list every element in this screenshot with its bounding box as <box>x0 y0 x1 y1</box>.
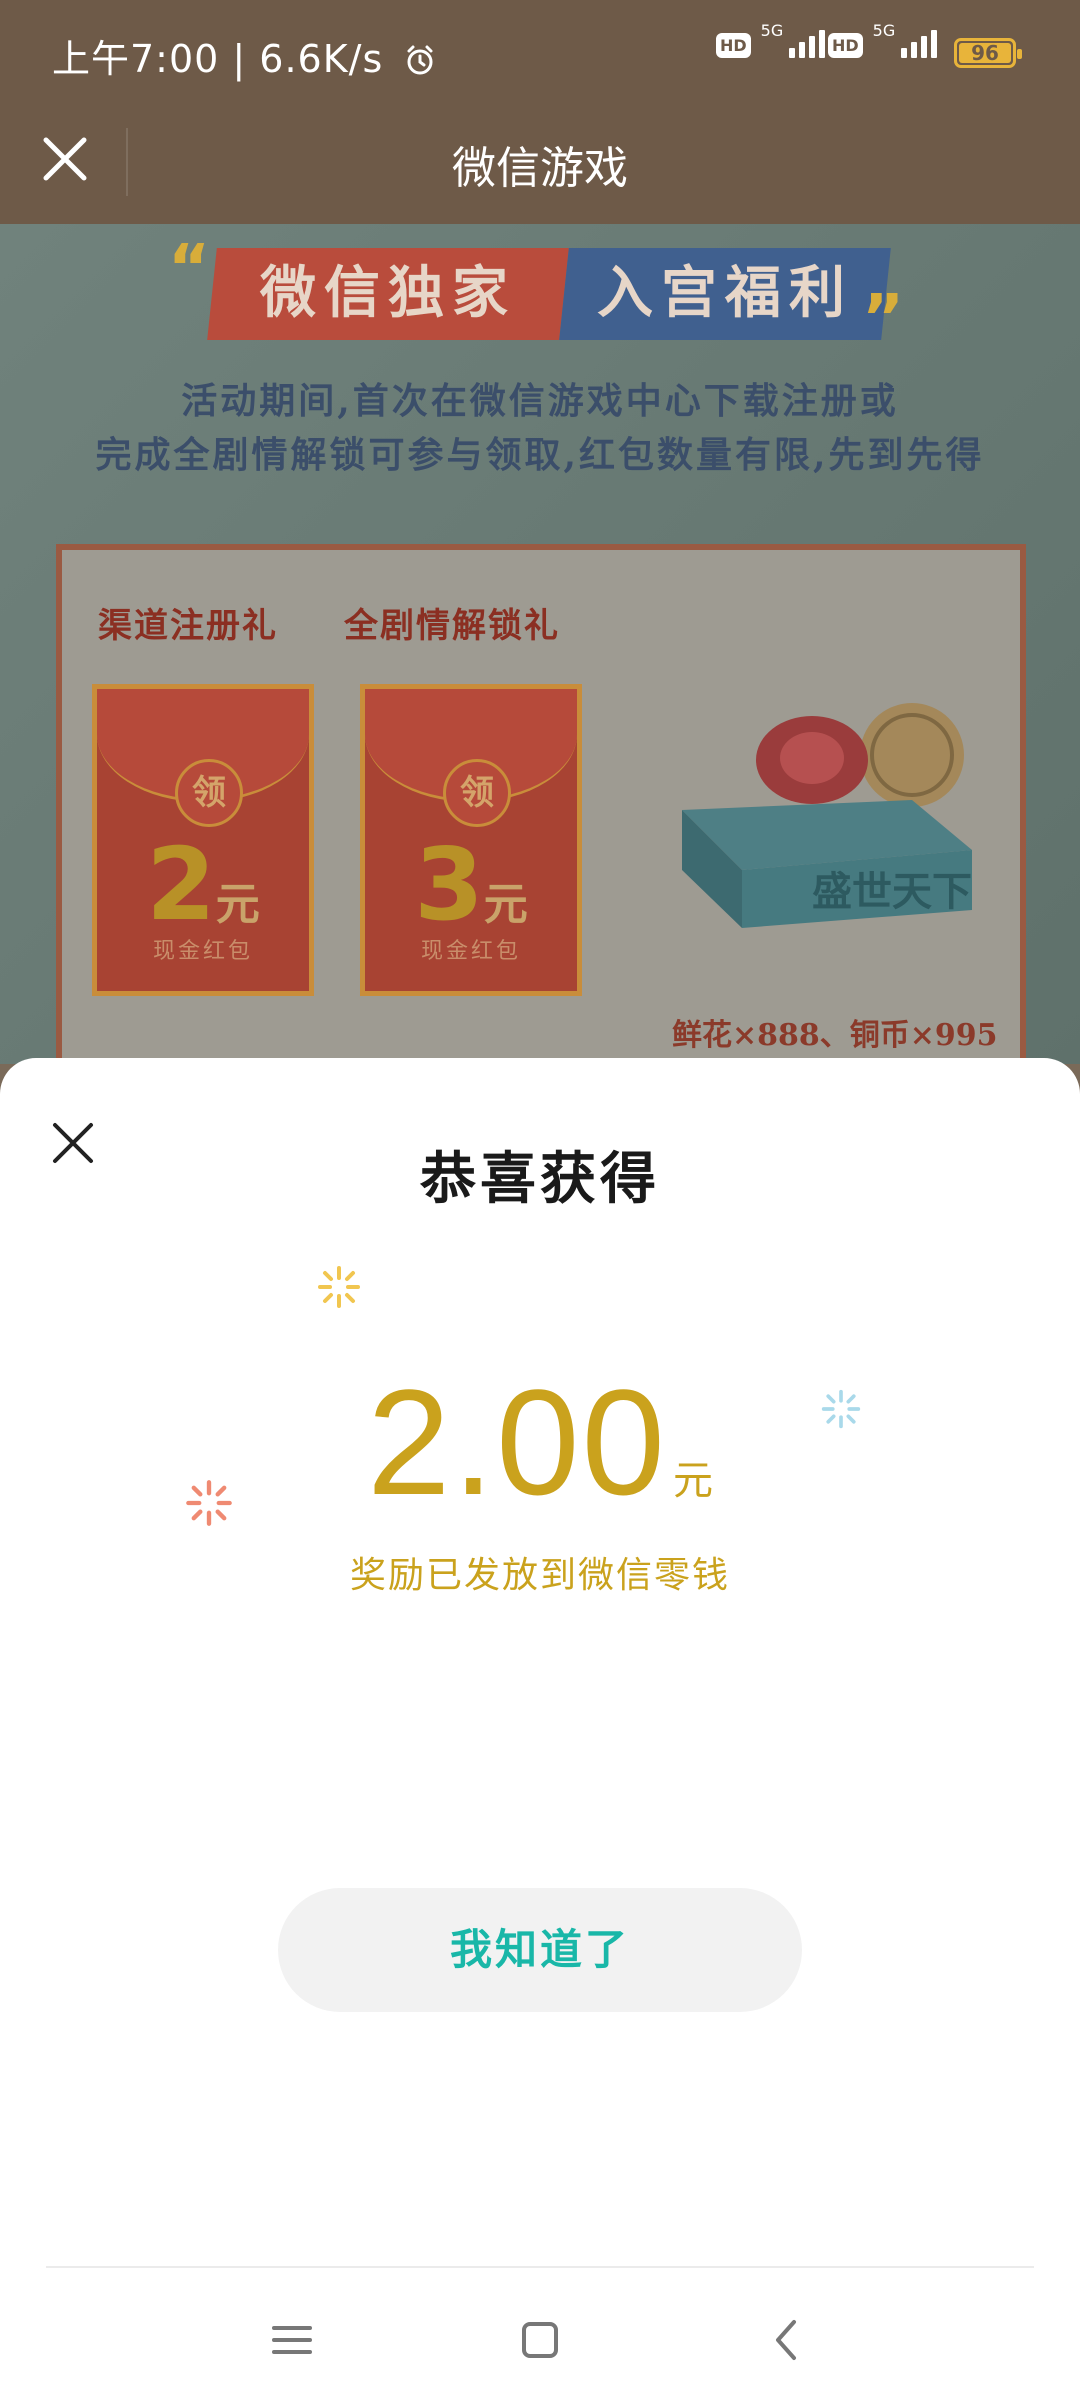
app-title-bar: 微信游戏 <box>0 104 1080 224</box>
alarm-icon <box>407 45 433 75</box>
dialog-title: 恭喜获得 <box>420 1147 660 1212</box>
reward-amount: 2.00 元 <box>0 1356 1080 1529</box>
got-it-button[interactable]: 我知道了 <box>278 1888 802 2012</box>
box-rewards: 鲜花×888、铜币×995 <box>672 1018 998 1053</box>
red-envelope-3: 领 3元 现金红包 <box>360 684 582 996</box>
battery-level: 96 <box>959 43 1011 63</box>
quote-close-mark: ” <box>862 282 905 356</box>
reward-dialog: 恭喜获得 2.00 元 奖励已发放到微信零钱 我知道了 <box>0 1058 1080 2400</box>
reward-amount-unit: 元 <box>672 1458 713 1504</box>
reward-note: 奖励已发放到微信零钱 <box>349 1555 730 1596</box>
sim2-signal: HD 5G <box>828 21 938 58</box>
red-envelope-2: 领 2元 现金红包 <box>92 684 314 996</box>
home-icon[interactable] <box>510 2310 570 2370</box>
quote-open-mark: “ <box>168 232 211 306</box>
gift-card: 渠道注册礼 全剧情解锁礼 领 2元 现金红包 领 3元 现金红包 盛世天下 鲜花… <box>56 544 1026 1064</box>
reward-amount-value: 2.00 <box>367 1358 667 1526</box>
sparkle-yellow-icon <box>318 1266 360 1308</box>
envelope-caption: 现金红包 <box>152 939 253 964</box>
envelope-caption: 现金红包 <box>420 939 521 964</box>
status-bar: 上午7:00 | 6.6K/s HD 5G HD 5G 96 <box>0 0 1080 104</box>
status-time-text: 上午7:00 | 6.6K/s <box>52 37 384 81</box>
menu-icon[interactable] <box>262 2310 322 2370</box>
banner-exclusive: 微信独家 <box>207 248 569 340</box>
envelope-seal: 领 <box>175 759 243 827</box>
nav-divider <box>46 2266 1034 2268</box>
gift-box-brand: 盛世天下 <box>812 868 972 915</box>
gift1-title: 渠道注册礼 <box>98 606 278 646</box>
sim1-network-label: 5G <box>760 21 784 40</box>
sim1-signal: HD 5G <box>716 21 826 58</box>
system-nav-bar <box>0 2310 1080 2390</box>
sim2-network-label: 5G <box>872 21 896 40</box>
status-time-speed: 上午7:00 | 6.6K/s <box>52 28 436 83</box>
gift-box-illustration: 盛世天下 <box>682 703 972 928</box>
promo-description: 活动期间,首次在微信游戏中心下载注册或 完成全剧情解锁可参与领取,红包数量有限,… <box>95 380 985 476</box>
back-icon[interactable] <box>758 2310 818 2370</box>
battery-icon: 96 <box>954 38 1022 68</box>
sim2-hd-badge: HD <box>828 33 863 58</box>
sim1-hd-badge: HD <box>716 33 751 58</box>
gift2-title: 全剧情解锁礼 <box>344 606 560 646</box>
page-title: 微信游戏 <box>452 143 628 194</box>
promo-background: “ 微信独家 入宫福利 ” 活动期间,首次在微信游戏中心下载注册或 完成全剧情解… <box>0 224 1080 1064</box>
envelope-seal: 领 <box>443 759 511 827</box>
banner-benefit: 入宫福利 <box>559 248 891 340</box>
